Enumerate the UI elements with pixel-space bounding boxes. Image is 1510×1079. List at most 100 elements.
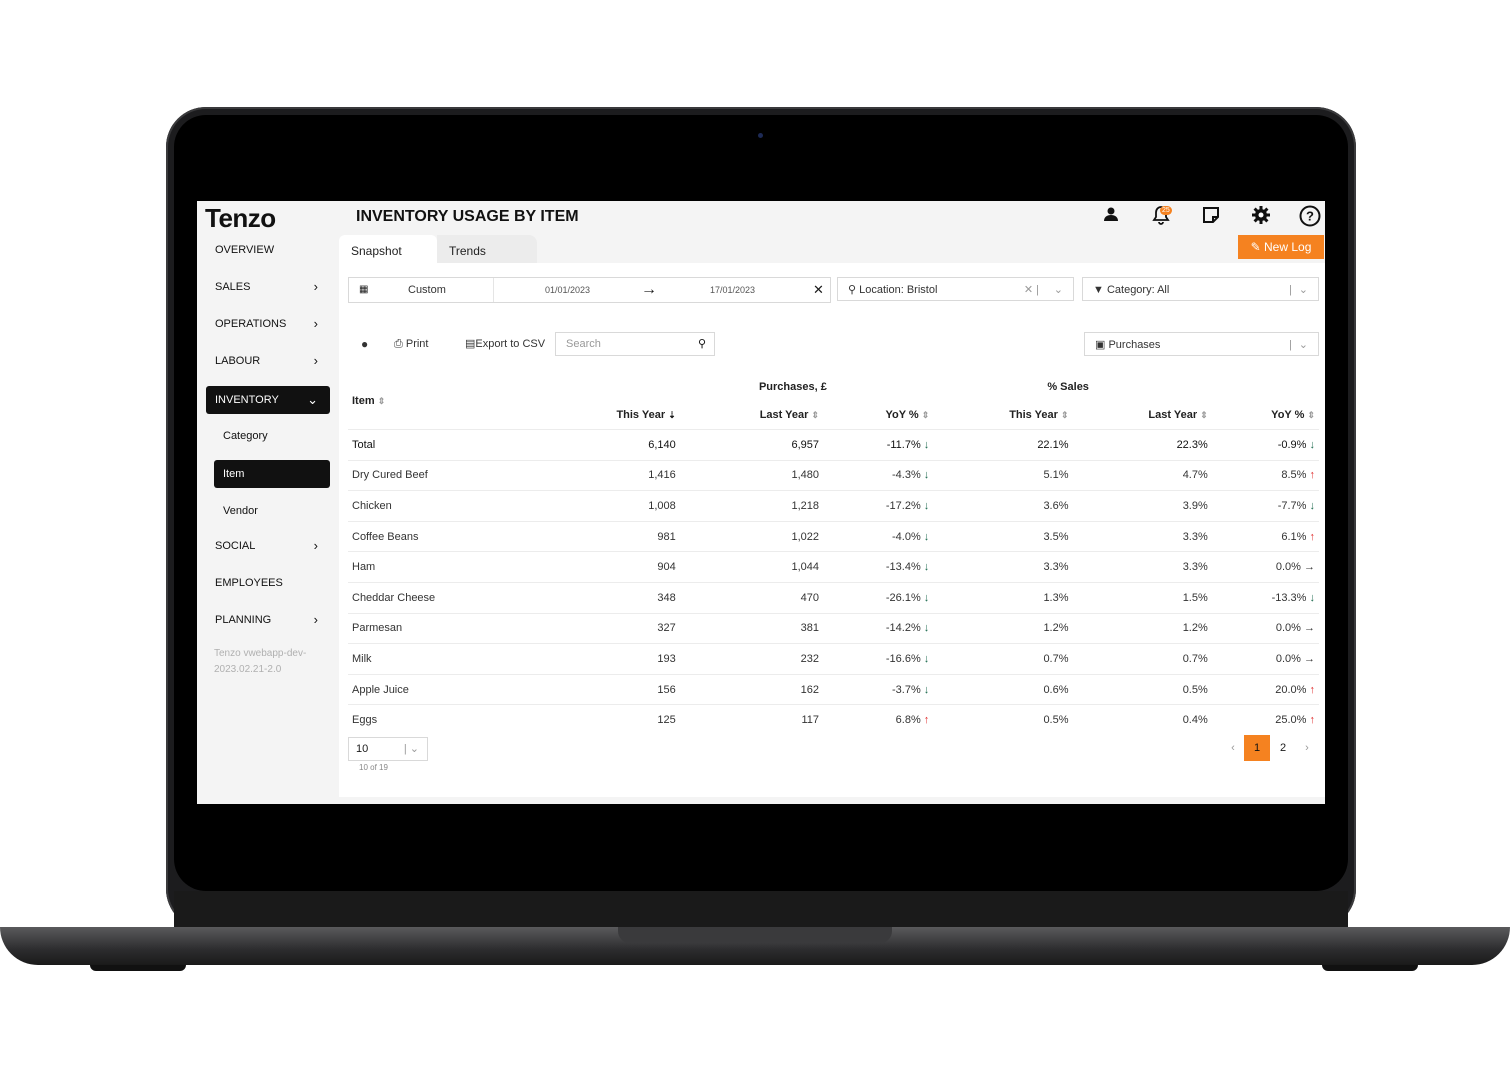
arrow-up-icon: ↑ [1306,714,1315,727]
sales-last-year-cell: 1.5% [1072,581,1212,614]
column-header-yoy[interactable]: YoY % ⇕ [1212,401,1319,430]
purchases-last-year-cell: 381 [679,612,824,644]
sales-this-year: 0.5% [1043,714,1069,727]
category-select[interactable]: ▼ Category: All | ⌄ [1082,277,1319,301]
date-from[interactable]: 01/01/2023 [545,278,590,302]
arrow-down-icon: ↓ [920,469,930,482]
column-header-this-year[interactable]: This Year ⇣ [537,401,680,430]
item-name-cell: Eggs [348,704,537,735]
print-label: Print [405,338,429,350]
gear-icon[interactable] [1250,205,1272,227]
sales-yoy: 25.0% [1275,714,1307,727]
sidebar-subitem-category[interactable]: Category [214,422,330,450]
sidebar-item-operations[interactable]: OPERATIONS › [206,310,330,338]
user-icon[interactable] [1100,205,1122,227]
item-name-cell: Apple Juice [348,673,537,705]
sidebar-item-sales[interactable]: SALES › [206,273,330,301]
app-version: Tenzo vwebapp-dev- 2023.02.21-2.0 [214,646,324,678]
purchases-yoy-cell: -14.2% ↓ [823,612,934,644]
sales-yoy-cell: 0.0% → [1211,612,1319,644]
help-icon[interactable]: ? [1299,205,1321,227]
sales-last-year: 4.7% [1182,469,1208,482]
purchases-yoy-cell: 6.8% ↑ [823,704,934,735]
sort-icon: ⇕ [377,396,386,406]
tab-snapshot[interactable]: Snapshot [339,235,437,263]
arrow-down-icon: ↓ [920,683,930,696]
table-row: Dry Cured Beef 1,416 1,480 -4.3% ↓ 5.1% 4.7% 8… [348,459,1319,491]
column-header-yoy[interactable]: YoY % ⇕ [823,401,933,430]
tab-trends[interactable]: Trends [437,235,537,263]
svg-text:?: ? [1306,209,1314,224]
page-2-button[interactable]: 2 [1275,735,1291,761]
arrow-down-icon: ↓ [920,561,930,574]
column-header-this-year[interactable]: This Year ⇕ [933,401,1072,430]
next-page-button[interactable]: › [1301,735,1313,761]
sales-this-year: 0.7% [1043,652,1069,665]
sales-yoy: 0.0% [1275,561,1301,574]
purchases-yoy: -17.2% [885,499,921,512]
purchases-last-year: 1,022 [791,530,820,543]
export-csv-button[interactable]: ▤Export to CSV [465,337,545,351]
close-icon[interactable]: ✕ [813,278,824,302]
search-placeholder: Search [566,338,601,350]
page-size-select[interactable]: 10 | ⌄ [348,737,428,761]
sales-this-year-cell: 22.1% [933,429,1073,461]
sales-this-year: 3.6% [1043,499,1069,512]
sidebar-item-planning[interactable]: PLANNING › [206,606,330,634]
purchases-this-year: 125 [657,714,676,727]
metric-select[interactable]: ▣ Purchases | ⌄ [1084,332,1319,356]
sidebar-subitem-item[interactable]: Item [214,460,330,488]
purchases-last-year: 162 [800,683,820,696]
arrow-down-icon: ↓ [920,622,930,635]
sidebar-item-overview[interactable]: OVERVIEW [206,236,330,264]
search-input[interactable]: Search ⚲ [555,332,715,356]
new-log-label: New Log [1264,240,1312,254]
sidebar-item-employees[interactable]: EMPLOYEES [206,569,330,597]
page-1-button[interactable]: 1 [1244,735,1270,761]
new-log-button[interactable]: ✎ New Log [1238,235,1324,259]
location-select[interactable]: ⚲ Location: Bristol ✕ | ⌄ [837,277,1074,301]
sidebar-item-social[interactable]: SOCIAL › [206,532,330,560]
chevron-down-icon: ⌄ [1298,339,1308,351]
table-row: Parmesan 327 381 -14.2% ↓ 1.2% 1.2% 0.0% → [348,612,1319,644]
printer-icon: ⎙ [394,338,406,350]
column-label: Last Year [759,409,809,421]
date-mode[interactable]: Custom [408,278,446,302]
date-to[interactable]: 17/01/2023 [710,278,755,302]
column-header-last-year[interactable]: Last Year ⇕ [1073,401,1212,430]
table-row: Cheddar Cheese 348 470 -26.1% ↓ 1.3% 1.5% -13.… [348,581,1319,614]
purchases-yoy: -13.4% [885,561,921,574]
purchases-this-year-cell: 348 [536,581,680,614]
sidebar-item-inventory[interactable]: INVENTORY ⌄ [206,386,330,414]
sales-this-year-cell: 5.1% [933,459,1073,491]
sidebar-item-label: SALES [215,281,251,293]
purchases-yoy: -3.7% [891,683,921,696]
purchases-last-year: 1,044 [791,561,820,574]
date-range-picker[interactable]: ▦ Custom 01/01/2023 → 17/01/2023 ✕ [348,277,831,303]
print-button[interactable]: ⎙ Print [394,337,428,351]
info-icon[interactable]: ● [361,337,368,351]
column-header-item[interactable]: Item ⇕ [348,373,537,430]
note-icon[interactable] [1200,205,1222,227]
item-name: Coffee Beans [352,530,419,543]
purchases-this-year: 981 [657,530,676,543]
sidebar-item-labour[interactable]: LABOUR › [206,347,330,375]
clear-icon[interactable]: ✕ | [1024,278,1039,302]
camera-icon [758,133,763,138]
column-header-last-year[interactable]: Last Year ⇕ [680,401,823,430]
item-name-cell: Parmesan [348,612,537,644]
arrow-up-icon: ↑ [920,714,930,727]
prev-page-button[interactable]: ‹ [1227,735,1239,761]
sidebar-subitem-vendor[interactable]: Vendor [214,497,330,525]
sales-yoy-cell: 0.0% → [1211,643,1319,675]
sales-last-year: 3.3% [1182,530,1208,543]
metric-value: Purchases [1108,339,1161,351]
arrow-down-icon: ↓ [920,591,930,604]
category-value: Category: All [1106,284,1170,296]
chevron-down-icon: ⌄ [307,392,318,407]
tenzo-logo[interactable]: Tenzo [205,203,276,234]
arrow-flat-icon: → [1300,652,1315,665]
column-label: This Year [1009,409,1058,421]
purchases-yoy: -26.1% [885,591,921,604]
item-name-cell: Ham [348,551,537,583]
